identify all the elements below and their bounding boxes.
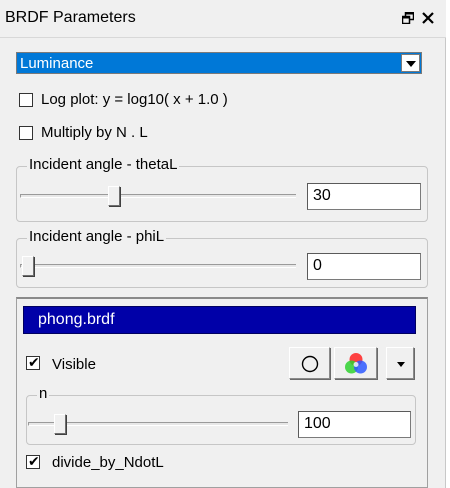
n-slider-thumb[interactable] (54, 414, 66, 434)
phi-value-text: 0 (313, 257, 322, 274)
check-mark-icon: ✔ (28, 453, 40, 469)
color-wheel-icon (345, 353, 367, 374)
theta-slider-thumb[interactable] (108, 186, 120, 206)
n-param-label: n (37, 385, 50, 402)
circle-icon (301, 355, 319, 373)
log-plot-checkbox[interactable] (19, 93, 33, 107)
multiply-by-n-l-checkbox[interactable] (19, 126, 33, 140)
brdf-name-bar[interactable]: phong.brdf (23, 306, 416, 334)
divide-by-ndotl-checkbox[interactable]: ✔ (26, 453, 40, 469)
phi-value-field[interactable]: 0 (307, 253, 421, 280)
brdf-parameters-panel: BRDF Parameters Luminance Log plot: y = … (0, 0, 446, 488)
multiply-by-n-l-label: Multiply by N . L (41, 124, 148, 141)
channel-dropdown[interactable]: Luminance (16, 52, 422, 74)
visible-label: Visible (52, 356, 96, 373)
theta-slider-track[interactable] (20, 194, 296, 198)
title-bar: BRDF Parameters (0, 0, 446, 38)
visible-checkbox[interactable]: ✔ (26, 354, 40, 370)
theta-value-field[interactable]: 30 (307, 183, 421, 210)
check-mark-icon: ✔ (28, 354, 40, 370)
theta-value-text: 30 (313, 187, 331, 204)
close-icon[interactable] (419, 8, 437, 28)
brdf-menu-button[interactable] (386, 347, 414, 379)
phi-slider-track[interactable] (20, 264, 296, 268)
divide-by-ndotl-label: divide_by_NdotL (52, 454, 164, 471)
window-title: BRDF Parameters (5, 9, 136, 26)
chevron-down-icon (406, 61, 416, 67)
channel-dropdown-value: Luminance (20, 55, 94, 72)
plot-shape-button[interactable] (289, 347, 330, 379)
brdf-name: phong.brdf (38, 311, 115, 328)
n-value-text: 100 (304, 415, 331, 432)
theta-group-label: Incident angle - thetaL (27, 156, 180, 173)
phi-slider-thumb[interactable] (22, 256, 34, 276)
chevron-down-icon (397, 362, 405, 367)
restore-window-icon[interactable] (399, 8, 417, 28)
n-value-field[interactable]: 100 (298, 411, 411, 438)
phi-group-label: Incident angle - phiL (27, 228, 167, 245)
log-plot-label: Log plot: y = log10( x + 1.0 ) (41, 91, 228, 108)
color-picker-button[interactable] (334, 347, 377, 379)
n-slider-track[interactable] (28, 422, 288, 426)
dropdown-arrow-button[interactable] (401, 54, 420, 72)
